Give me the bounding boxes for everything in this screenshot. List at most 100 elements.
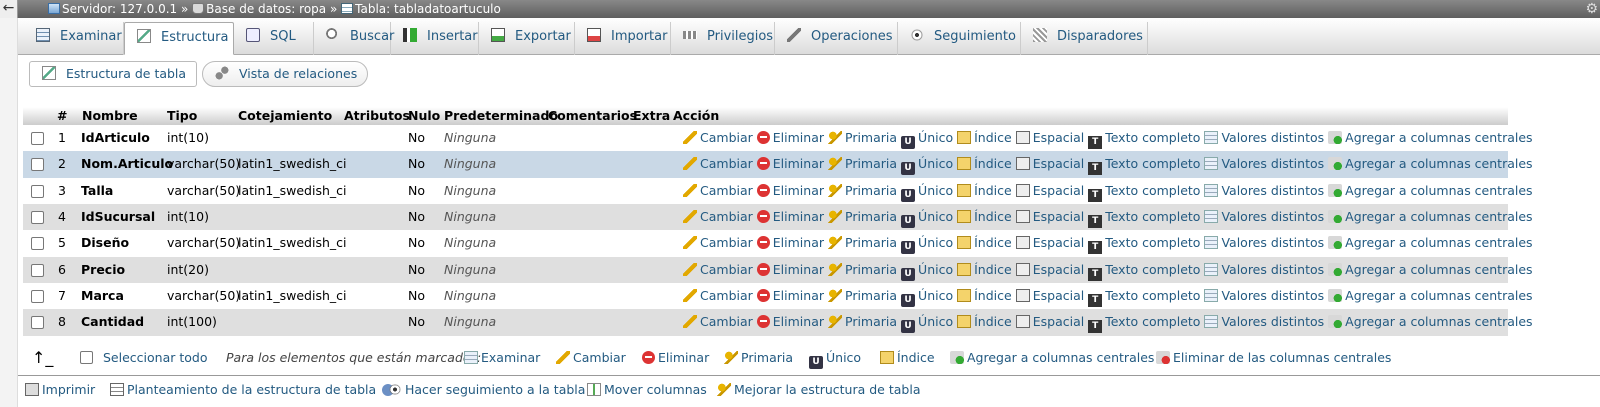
cell-name[interactable]: IdArticulo xyxy=(81,125,150,151)
select-all-label[interactable]: Seleccionar todo xyxy=(103,348,207,368)
tab-disparadores[interactable]: Disparadores xyxy=(1021,22,1148,55)
add-central-link[interactable]: Agregar a columnas centrales xyxy=(1328,125,1533,151)
add-central-link[interactable]: Agregar a columnas centrales xyxy=(1328,309,1533,335)
spatial-link[interactable]: Espacial xyxy=(1015,151,1084,177)
col-comments[interactable]: Comentarios xyxy=(548,107,637,125)
distinct-values-link[interactable]: Valores distintos xyxy=(1204,204,1324,230)
spatial-link[interactable]: Espacial xyxy=(1015,283,1084,309)
cell-name[interactable]: Talla xyxy=(81,178,113,204)
tab-operaciones[interactable]: Operaciones xyxy=(775,22,898,55)
tab-sql[interactable]: SQL xyxy=(234,22,314,55)
print-link[interactable]: Imprimir xyxy=(25,381,95,399)
bulk-primary-button[interactable]: Primaria xyxy=(724,348,793,368)
change-link[interactable]: Cambiar xyxy=(683,178,753,204)
col-null[interactable]: Nulo xyxy=(408,107,440,125)
distinct-values-link[interactable]: Valores distintos xyxy=(1204,230,1324,256)
cell-name[interactable]: Nom.Articulo xyxy=(81,151,173,177)
unique-link[interactable]: U Único xyxy=(901,283,953,309)
unique-link[interactable]: U Único xyxy=(901,151,953,177)
row-checkbox[interactable] xyxy=(31,132,44,145)
unique-link[interactable]: U Único xyxy=(901,178,953,204)
fulltext-link[interactable]: T Texto completo xyxy=(1088,283,1200,309)
tab-privilegios[interactable]: Privilegios xyxy=(671,22,775,55)
drop-link[interactable]: Eliminar xyxy=(756,125,824,151)
col-attributes[interactable]: Atributos xyxy=(344,107,410,125)
col-num[interactable]: # xyxy=(57,107,67,125)
fulltext-link[interactable]: T Texto completo xyxy=(1088,125,1200,151)
spatial-link[interactable]: Espacial xyxy=(1015,230,1084,256)
unique-link[interactable]: U Único xyxy=(901,257,953,283)
change-link[interactable]: Cambiar xyxy=(683,257,753,283)
unique-link[interactable]: U Único xyxy=(901,125,953,151)
tab-buscar[interactable]: Buscar xyxy=(314,22,394,55)
row-checkbox[interactable] xyxy=(31,316,44,330)
row-checkbox[interactable] xyxy=(31,289,44,303)
subtab-table-structure[interactable]: Estructura de tabla xyxy=(29,61,198,87)
change-link[interactable]: Cambiar xyxy=(683,230,753,256)
subtab-relation-view[interactable]: Vista de relaciones xyxy=(202,61,369,87)
col-default[interactable]: Predeterminado xyxy=(444,107,558,125)
add-central-link[interactable]: Agregar a columnas centrales xyxy=(1328,178,1533,204)
table-row[interactable]: 6 Precio int(20) No Ninguna Cambiar Eliminar Pr… xyxy=(23,256,1533,284)
index-link[interactable]: Índice xyxy=(957,257,1012,283)
add-central-link[interactable]: Agregar a columnas centrales xyxy=(1328,204,1533,230)
spatial-link[interactable]: Espacial xyxy=(1015,125,1084,151)
change-link[interactable]: Cambiar xyxy=(683,125,753,151)
spatial-link[interactable]: Espacial xyxy=(1015,178,1084,204)
improve-structure-link[interactable]: Mejorar la estructura de tabla xyxy=(717,381,920,399)
track-table-link[interactable]: Hacer seguimiento a la tabla xyxy=(388,381,585,399)
bulk-index-button[interactable]: Índice xyxy=(880,348,935,368)
cell-name[interactable]: Marca xyxy=(81,283,124,309)
add-central-link[interactable]: Agregar a columnas centrales xyxy=(1328,151,1533,177)
primary-link[interactable]: Primaria xyxy=(828,151,897,177)
change-link[interactable]: Cambiar xyxy=(683,151,753,177)
breadcrumb-database[interactable]: Base de datos: ropa xyxy=(206,2,326,16)
breadcrumb-table[interactable]: Tabla: tabladatoartuculo xyxy=(355,2,501,16)
bulk-browse-button[interactable]: Examinar xyxy=(464,348,540,368)
breadcrumb-server[interactable]: Servidor: 127.0.0.1 xyxy=(62,2,177,16)
change-link[interactable]: Cambiar xyxy=(683,204,753,230)
bulk-unique-button[interactable]: U Único xyxy=(809,348,861,369)
spatial-link[interactable]: Espacial xyxy=(1015,257,1084,283)
add-central-link[interactable]: Agregar a columnas centrales xyxy=(1328,283,1533,309)
primary-link[interactable]: Primaria xyxy=(828,178,897,204)
col-collation[interactable]: Cotejamiento xyxy=(238,107,332,125)
tab-estructura[interactable]: Estructura xyxy=(124,22,234,55)
table-row[interactable]: 7 Marca varchar(50) latin1_swedish_ci No Ning… xyxy=(23,282,1533,310)
col-type[interactable]: Tipo xyxy=(167,107,197,125)
tab-insertar[interactable]: Insertar xyxy=(391,22,479,55)
back-arrow-icon[interactable]: ← xyxy=(0,0,18,18)
distinct-values-link[interactable]: Valores distintos xyxy=(1204,257,1324,283)
primary-link[interactable]: Primaria xyxy=(828,257,897,283)
cell-name[interactable]: Cantidad xyxy=(81,309,144,335)
primary-link[interactable]: Primaria xyxy=(828,230,897,256)
index-link[interactable]: Índice xyxy=(957,283,1012,309)
fulltext-link[interactable]: T Texto completo xyxy=(1088,204,1200,230)
index-link[interactable]: Índice xyxy=(957,178,1012,204)
drop-link[interactable]: Eliminar xyxy=(756,178,824,204)
tab-examinar[interactable]: Examinar xyxy=(24,22,124,55)
cell-name[interactable]: Precio xyxy=(81,257,125,283)
index-link[interactable]: Índice xyxy=(957,125,1012,151)
table-row[interactable]: 5 Diseño varchar(50) latin1_swedish_ci No Nin… xyxy=(23,230,1533,257)
row-checkbox[interactable] xyxy=(31,158,44,172)
distinct-values-link[interactable]: Valores distintos xyxy=(1204,125,1324,151)
primary-link[interactable]: Primaria xyxy=(828,309,897,335)
distinct-values-link[interactable]: Valores distintos xyxy=(1204,178,1324,204)
change-link[interactable]: Cambiar xyxy=(683,309,753,335)
unique-link[interactable]: U Único xyxy=(901,204,953,230)
drop-link[interactable]: Eliminar xyxy=(756,309,824,335)
drop-link[interactable]: Eliminar xyxy=(756,151,824,177)
fulltext-link[interactable]: T Texto completo xyxy=(1088,257,1200,283)
tab-exportar[interactable]: Exportar xyxy=(479,22,575,55)
table-row[interactable]: 8 Cantidad int(100) No Ninguna Cambiar Elimina… xyxy=(23,309,1533,336)
unique-link[interactable]: U Único xyxy=(901,230,953,256)
index-link[interactable]: Índice xyxy=(957,151,1012,177)
drop-link[interactable]: Eliminar xyxy=(756,257,824,283)
col-name[interactable]: Nombre xyxy=(82,107,138,125)
bulk-remove-central-button[interactable]: Eliminar de las columnas centrales xyxy=(1156,348,1391,368)
primary-link[interactable]: Primaria xyxy=(828,204,897,230)
index-link[interactable]: Índice xyxy=(957,204,1012,230)
move-columns-link[interactable]: Mover columnas xyxy=(587,381,707,399)
drop-link[interactable]: Eliminar xyxy=(756,283,824,309)
